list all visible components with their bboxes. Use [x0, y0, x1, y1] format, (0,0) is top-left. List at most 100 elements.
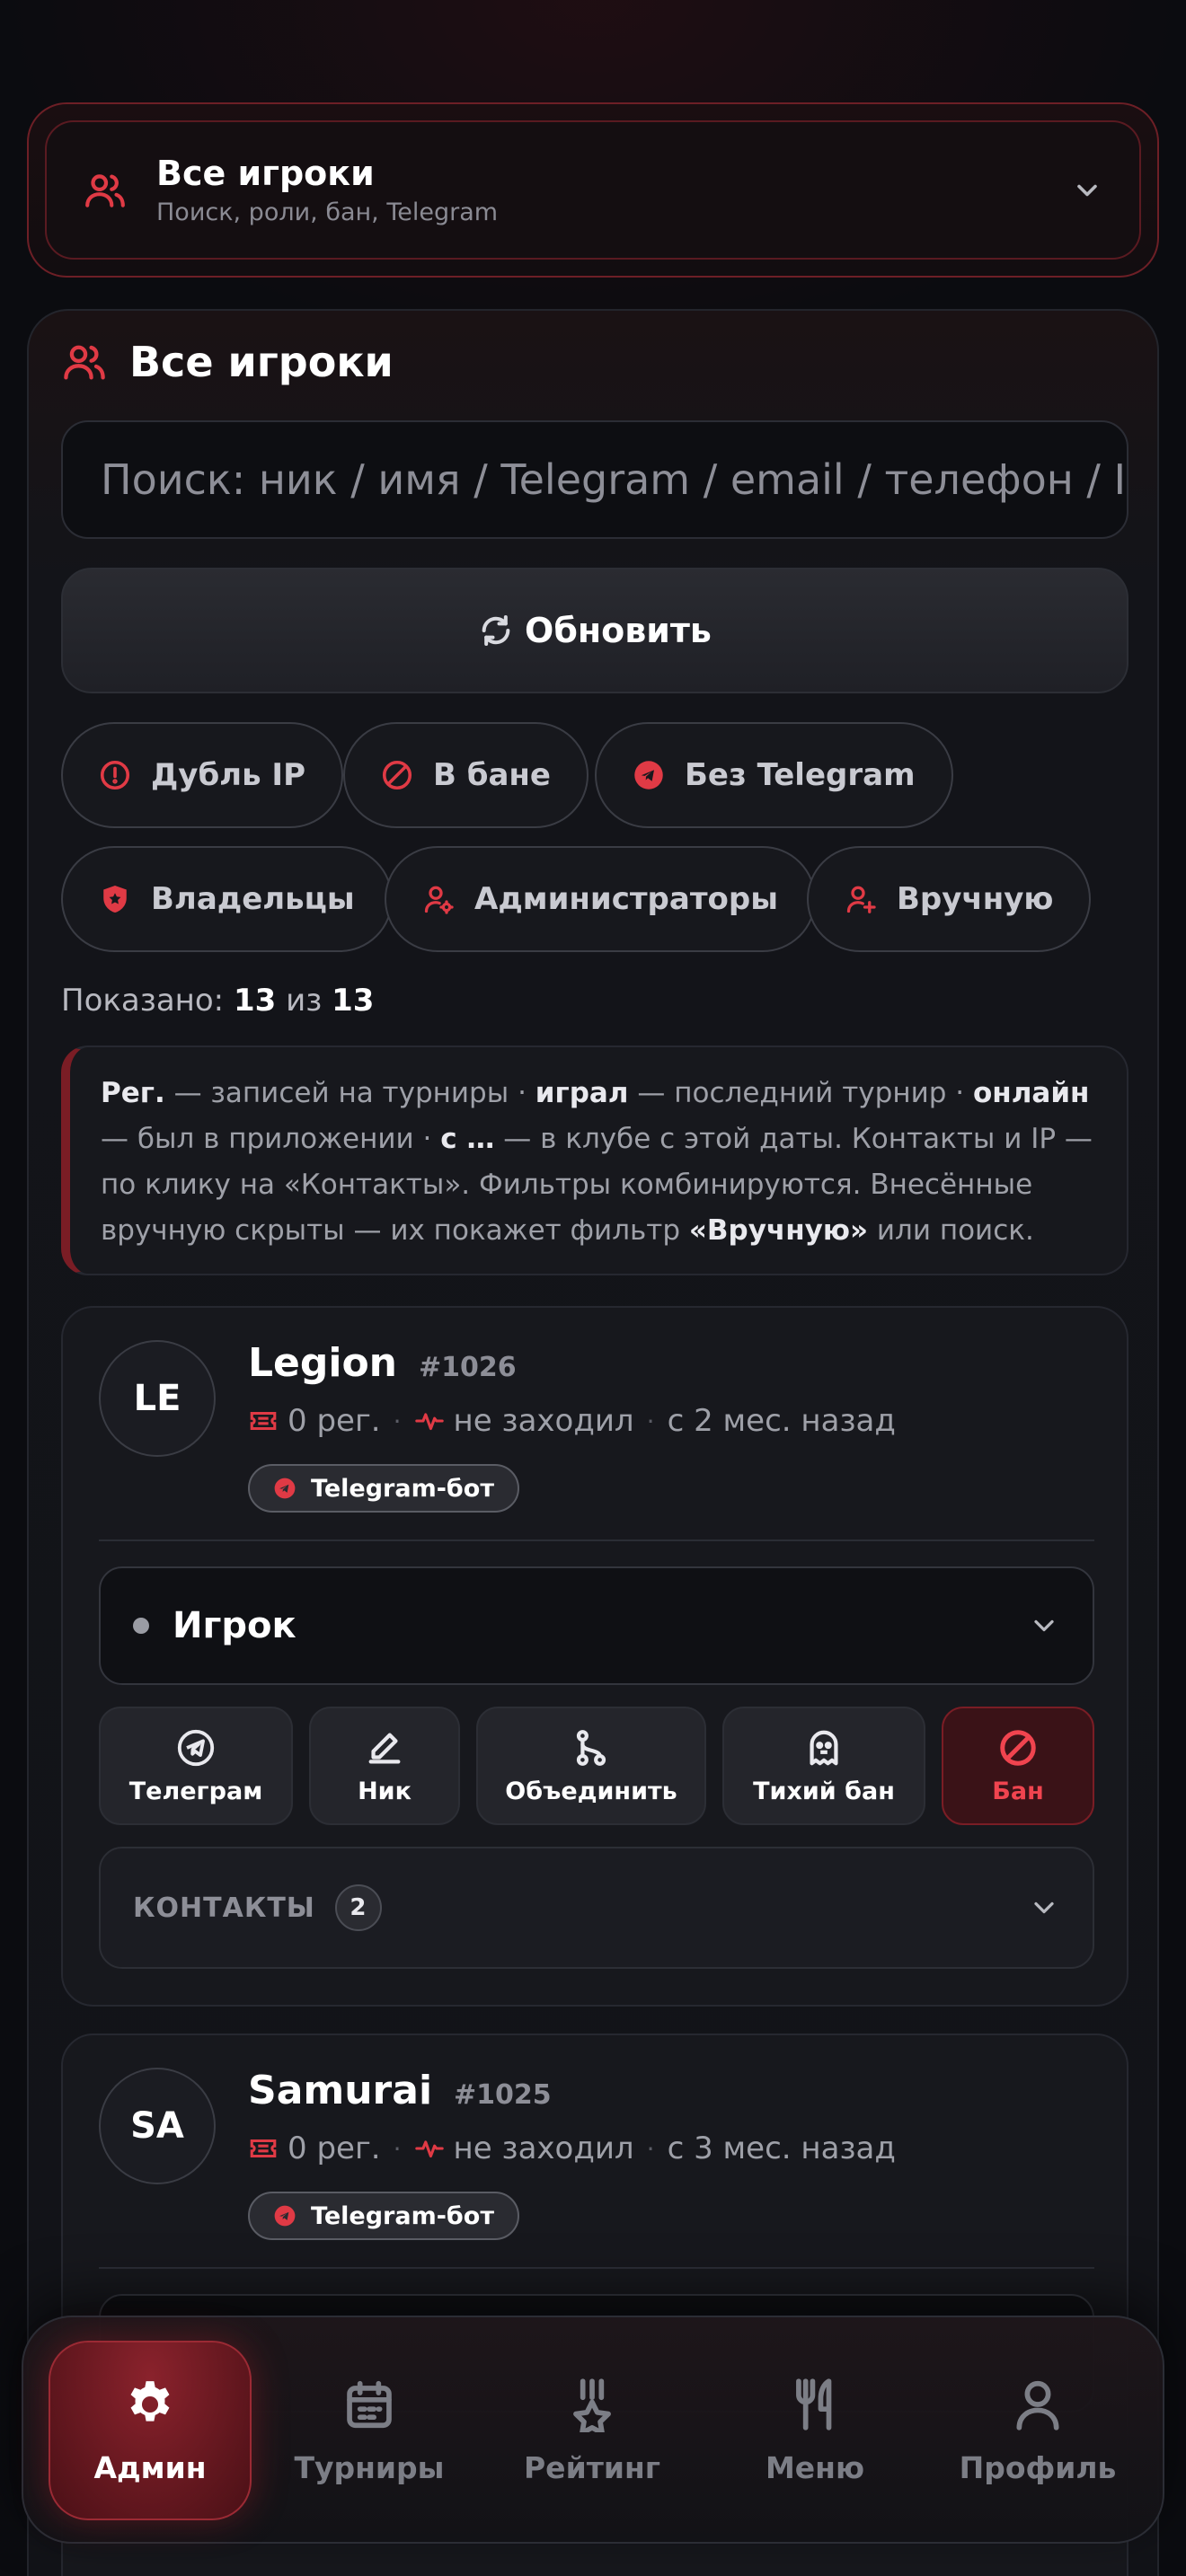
filter-label: Владельцы: [151, 881, 355, 917]
nav-profile[interactable]: Профиль: [936, 2341, 1139, 2520]
tag-label: Telegram-бот: [311, 2201, 494, 2230]
hint-term: с …: [440, 1123, 495, 1155]
player-card: LE Legion #1026 0 рег. · не заходил · с …: [61, 1306, 1128, 2007]
filter-admins[interactable]: Администраторы: [385, 846, 816, 952]
player-id: #1025: [454, 2079, 552, 2111]
calendar-icon: [347, 2380, 392, 2428]
telegram-button[interactable]: Телеграм: [99, 1707, 293, 1825]
player-name: Legion: [248, 1340, 398, 1386]
separator-dot: ·: [393, 2133, 402, 2164]
panel-title: Все игроки: [61, 338, 394, 386]
refresh-label: Обновить: [525, 611, 712, 650]
filter-label: Без Telegram: [685, 757, 916, 793]
nav-tournaments[interactable]: Турниры: [268, 2341, 471, 2520]
separator-dot: ·: [646, 2133, 655, 2164]
bottom-nav: Админ Турниры Рейтинг Меню Профиль: [22, 2316, 1164, 2544]
nav-rating[interactable]: Рейтинг: [491, 2341, 694, 2520]
nav-label: Турниры: [294, 2449, 445, 2485]
contacts-expander[interactable]: КОНТАКТЫ 2: [99, 1847, 1094, 1969]
separator-dot: ·: [393, 1406, 402, 1436]
hint-text: — записей на турниры ·: [164, 1077, 535, 1109]
hint-term: «Вручную»: [688, 1214, 868, 1247]
refresh-icon: [482, 615, 510, 646]
telegram-icon: [274, 2205, 296, 2227]
chevron-down-icon: [1034, 1901, 1054, 1914]
users-icon: [64, 345, 105, 380]
medal-icon: [573, 2378, 611, 2432]
player-since: с 3 мес. назад: [667, 2130, 896, 2166]
players-panel: Все игроки Поиск: ник / имя / Telegram /…: [27, 309, 1159, 2576]
nav-label: Профиль: [959, 2449, 1117, 2485]
action-label: Ник: [358, 1777, 412, 1805]
nick-button[interactable]: Ник: [309, 1707, 460, 1825]
hint-term: Рег.: [101, 1077, 165, 1109]
user-plus-icon: [846, 886, 876, 913]
panel-title-text: Все игроки: [129, 338, 394, 386]
merge-icon: [576, 1729, 606, 1766]
merge-button[interactable]: Объединить: [476, 1707, 706, 1825]
filter-label: В бане: [433, 757, 551, 793]
filter-duplicate-ip[interactable]: Дубль IP: [61, 722, 343, 828]
action-label: Тихий бан: [753, 1777, 895, 1805]
telegram-icon: [177, 1729, 215, 1766]
alert-circle-icon: [100, 760, 130, 790]
player-meta: 0 рег. · не заходил · с 2 мес. назад: [248, 1403, 896, 1439]
nav-menu[interactable]: Меню: [713, 2341, 916, 2520]
section-selector[interactable]: Все игроки Поиск, роли, бан, Telegram: [27, 102, 1159, 278]
filter-no-telegram[interactable]: Без Telegram: [595, 722, 953, 828]
user-gear-icon: [424, 886, 454, 914]
filter-manual[interactable]: Вручную: [807, 846, 1092, 952]
filter-label: Администраторы: [474, 881, 778, 917]
filter-owners[interactable]: Владельцы: [61, 846, 393, 952]
refresh-button[interactable]: Обновить: [61, 568, 1128, 693]
chevron-down-icon: [1034, 1619, 1054, 1632]
nav-label: Рейтинг: [524, 2449, 660, 2485]
telegram-bot-tag: Telegram-бот: [248, 1464, 519, 1513]
shown-sep: из: [286, 983, 323, 1019]
fork-knife-icon: [796, 2378, 832, 2430]
ghost-icon: [810, 1730, 838, 1765]
section-selector-inner[interactable]: Все игроки Поиск, роли, бан, Telegram: [45, 120, 1141, 260]
ban-button[interactable]: Бан: [942, 1707, 1094, 1825]
section-subtitle: Поиск, роли, бан, Telegram: [156, 198, 499, 226]
player-name-row: Legion #1026: [248, 1340, 517, 1386]
hint-term: онлайн: [972, 1077, 1090, 1109]
divider: [99, 2267, 1094, 2269]
ticket-icon: [250, 1411, 277, 1431]
pulse-icon: [414, 2140, 444, 2158]
nav-label: Админ: [93, 2449, 207, 2485]
action-label: Бан: [992, 1777, 1044, 1805]
filter-banned[interactable]: В бане: [343, 722, 589, 828]
shown-count: Показано: 13 из 13: [61, 983, 374, 1019]
search-input[interactable]: Поиск: ник / имя / Telegram / email / те…: [61, 420, 1128, 539]
avatar: LE: [99, 1340, 216, 1457]
player-id: #1026: [419, 1352, 517, 1383]
silent-ban-button[interactable]: Тихий бан: [722, 1707, 925, 1825]
legend-hint: Рег. — записей на турниры · играл — посл…: [61, 1045, 1128, 1275]
shown-prefix: Показано:: [61, 983, 225, 1019]
avatar: SA: [99, 2068, 216, 2184]
chevron-down-icon: [1077, 184, 1097, 196]
filter-label: Дубль IP: [151, 757, 305, 793]
player-activity: не заходил: [453, 1403, 634, 1439]
telegram-icon: [274, 1478, 296, 1499]
nav-admin[interactable]: Админ: [49, 2341, 252, 2520]
player-name: Samurai: [248, 2068, 433, 2113]
shown-total-value: 13: [332, 983, 375, 1019]
action-label: Объединить: [505, 1777, 677, 1805]
role-select[interactable]: Игрок: [99, 1566, 1094, 1685]
divider: [99, 1539, 1094, 1541]
pulse-icon: [414, 1413, 444, 1431]
shown-count-value: 13: [233, 983, 277, 1019]
player-meta: 0 рег. · не заходил · с 3 мес. назад: [248, 2130, 896, 2166]
shield-icon: [103, 886, 127, 913]
pencil-icon: [368, 1733, 401, 1763]
contacts-count-badge: 2: [334, 1884, 382, 1931]
telegram-bot-tag: Telegram-бот: [248, 2192, 519, 2240]
filter-label: Вручную: [897, 881, 1054, 917]
player-regs: 0 рег.: [288, 2130, 381, 2166]
tag-label: Telegram-бот: [311, 1474, 494, 1503]
section-title: Все игроки: [156, 154, 375, 193]
player-regs: 0 рег.: [288, 1403, 381, 1439]
player-name-row: Samurai #1025: [248, 2068, 552, 2113]
